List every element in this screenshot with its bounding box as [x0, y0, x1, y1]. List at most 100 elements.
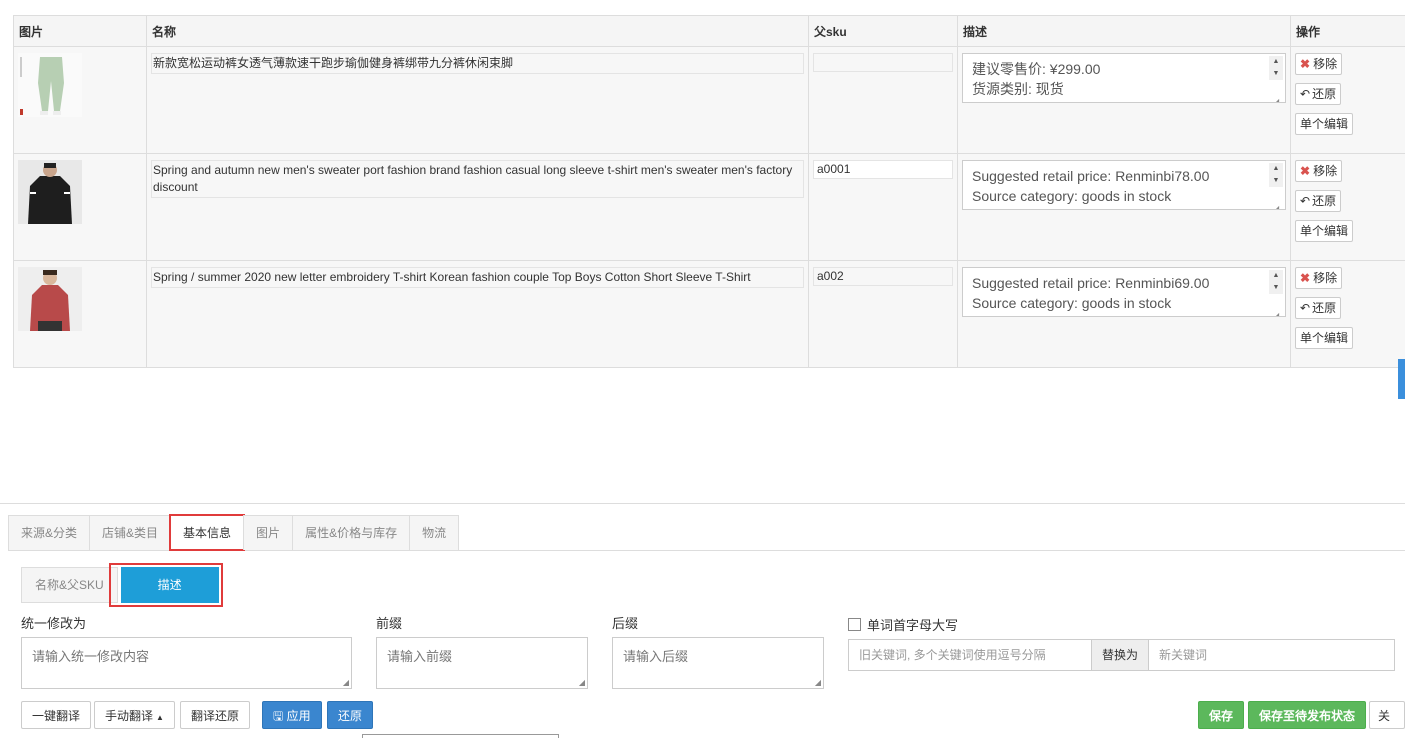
tab-basic-info[interactable]: 基本信息	[170, 515, 244, 550]
resize-grip-icon[interactable]: ◢	[815, 678, 821, 687]
ops-cell: ✖移除 ↶还原 单个编辑	[1291, 47, 1405, 154]
apply-label: 应用	[287, 709, 311, 723]
remove-button[interactable]: ✖移除	[1295, 160, 1342, 182]
highlight-box	[109, 563, 223, 607]
unified-label: 统一修改为	[21, 613, 86, 632]
desc-line: Source category: goods in stock	[972, 186, 1261, 206]
restore-button[interactable]: 还原	[327, 701, 373, 729]
dropdown-menu-edge	[362, 734, 559, 738]
desc-line: Suggested retail price: Renminbi69.00	[972, 273, 1261, 293]
capitalize-label: 单词首字母大写	[867, 615, 958, 634]
resize-grip-icon[interactable]: ◢	[343, 678, 349, 687]
header-name: 名称	[147, 16, 809, 47]
close-icon: ✖	[1300, 271, 1310, 285]
close-icon: ✖	[1300, 57, 1310, 71]
sku-field[interactable]: a002	[813, 267, 953, 286]
single-edit-button[interactable]: 单个编辑	[1295, 327, 1353, 349]
desc-line: Source category: goods in stock	[972, 293, 1261, 313]
subtab-name-sku[interactable]: 名称&父SKU	[21, 567, 118, 603]
keyword-replace-group: 旧关键词, 多个关键词使用逗号分隔 替换为 新关键词	[848, 639, 1395, 671]
sku-field[interactable]	[813, 53, 953, 72]
undo-icon: ↶	[1300, 194, 1310, 208]
old-keyword-input[interactable]: 旧关键词, 多个关键词使用逗号分隔	[849, 640, 1091, 670]
capitalize-checkbox-row[interactable]: 单词首字母大写	[848, 615, 958, 634]
green-pants-photo[interactable]	[18, 53, 82, 117]
prefix-label: 前缀	[376, 613, 402, 632]
image-cell	[14, 154, 147, 261]
single-edit-button[interactable]: 单个编辑	[1295, 220, 1353, 242]
desc-cell: Suggested retail price: Renminbi78.00 So…	[958, 154, 1291, 261]
one-click-translate-button[interactable]: 一键翻译	[21, 701, 91, 729]
scroll-down-icon[interactable]: ▼	[1269, 282, 1283, 294]
header-ops: 操作	[1291, 16, 1405, 47]
batch-edit-panel: 来源&分类 店铺&类目 基本信息 图片 属性&价格与库存 物流 名称&父SKU …	[0, 503, 1405, 738]
scroll-up-icon[interactable]: ▲	[1269, 56, 1283, 68]
restore-button[interactable]: ↶还原	[1295, 83, 1341, 105]
save-button[interactable]: 保存	[1198, 701, 1244, 729]
tab-source-category[interactable]: 来源&分类	[8, 515, 90, 550]
resize-grip-icon[interactable]: ◢	[1273, 306, 1283, 316]
scroll-up-icon[interactable]: ▲	[1269, 270, 1283, 282]
prefix-textarea[interactable]: 请输入前缀 ◢	[376, 637, 588, 689]
save-pending-button[interactable]: 保存至待发布状态	[1248, 701, 1366, 729]
restore-button[interactable]: ↶还原	[1295, 190, 1341, 212]
scroll-down-icon[interactable]: ▼	[1269, 175, 1283, 187]
capitalize-checkbox[interactable]	[848, 618, 861, 631]
textarea-scrollbar[interactable]: ▲ ▼ ◢	[1269, 56, 1283, 102]
unified-textarea[interactable]: 请输入统一修改内容 ◢	[21, 637, 352, 689]
textarea-scrollbar[interactable]: ▲ ▼ ◢	[1269, 163, 1283, 209]
tab-images[interactable]: 图片	[243, 515, 293, 550]
manual-translate-button[interactable]: 手动翻译▲	[94, 701, 175, 729]
header-desc: 描述	[958, 16, 1291, 47]
replace-with-label: 替换为	[1091, 640, 1149, 670]
table-header-row: 图片 名称 父sku 描述 操作	[14, 16, 1405, 47]
name-field[interactable]: Spring / summer 2020 new letter embroide…	[151, 267, 804, 288]
resize-grip-icon[interactable]: ◢	[1273, 92, 1283, 102]
single-edit-button[interactable]: 单个编辑	[1295, 113, 1353, 135]
resize-grip-icon[interactable]: ◢	[579, 678, 585, 687]
name-field[interactable]: Spring and autumn new men's sweater port…	[151, 160, 804, 198]
red-tshirt-photo[interactable]	[18, 267, 82, 331]
close-button[interactable]: 关闭	[1369, 701, 1405, 729]
restore-button[interactable]: ↶还原	[1295, 297, 1341, 319]
remove-label: 移除	[1313, 164, 1337, 178]
sku-cell	[809, 47, 958, 154]
scroll-down-icon[interactable]: ▼	[1269, 68, 1283, 80]
close-icon: ✖	[1300, 164, 1310, 178]
new-keyword-input[interactable]: 新关键词	[1149, 640, 1217, 670]
apply-button[interactable]: 🖫 应用	[262, 701, 322, 729]
black-sweater-photo[interactable]	[18, 160, 82, 224]
textarea-scrollbar[interactable]: ▲ ▼ ◢	[1269, 270, 1283, 316]
tab-store-category[interactable]: 店铺&类目	[89, 515, 171, 550]
save-icon: 🖫	[273, 709, 283, 723]
name-field[interactable]: 新款宽松运动裤女透气薄款速干跑步瑜伽健身裤绑带九分裤休闲束脚	[151, 53, 804, 74]
desc-cell: Suggested retail price: Renminbi69.00 So…	[958, 261, 1291, 368]
header-image: 图片	[14, 16, 147, 47]
ops-cell: ✖移除 ↶还原 单个编辑	[1291, 154, 1405, 261]
side-float-tab[interactable]	[1398, 359, 1405, 399]
description-textarea[interactable]: 建议零售价: ¥299.00 货源类别: 现货 ▲ ▼ ◢	[962, 53, 1286, 103]
table-row: Spring and autumn new men's sweater port…	[14, 154, 1405, 261]
suffix-textarea[interactable]: 请输入后缀 ◢	[612, 637, 824, 689]
sku-cell: a002	[809, 261, 958, 368]
name-cell: Spring / summer 2020 new letter embroide…	[147, 261, 809, 368]
table-row: 新款宽松运动裤女透气薄款速干跑步瑜伽健身裤绑带九分裤休闲束脚 建议零售价: ¥2…	[14, 47, 1405, 154]
suffix-placeholder: 请输入后缀	[623, 649, 688, 664]
tab-attributes-price-stock[interactable]: 属性&价格与库存	[292, 515, 410, 550]
desc-line: 货源类别: 现货	[972, 79, 1261, 99]
remove-button[interactable]: ✖移除	[1295, 267, 1342, 289]
undo-icon: ↶	[1300, 87, 1310, 101]
description-textarea[interactable]: Suggested retail price: Renminbi78.00 So…	[962, 160, 1286, 210]
desc-line: 建议零售价: ¥299.00	[972, 59, 1261, 79]
scroll-up-icon[interactable]: ▲	[1269, 163, 1283, 175]
desc-line: Suggested retail price: Renminbi78.00	[972, 166, 1261, 186]
name-cell: Spring and autumn new men's sweater port…	[147, 154, 809, 261]
remove-button[interactable]: ✖移除	[1295, 53, 1342, 75]
restore-label: 还原	[1312, 87, 1336, 101]
unified-placeholder: 请输入统一修改内容	[32, 649, 149, 664]
tab-logistics[interactable]: 物流	[409, 515, 459, 550]
sku-field[interactable]: a0001	[813, 160, 953, 179]
translate-restore-button[interactable]: 翻译还原	[180, 701, 250, 729]
resize-grip-icon[interactable]: ◢	[1273, 199, 1283, 209]
description-textarea[interactable]: Suggested retail price: Renminbi69.00 So…	[962, 267, 1286, 317]
